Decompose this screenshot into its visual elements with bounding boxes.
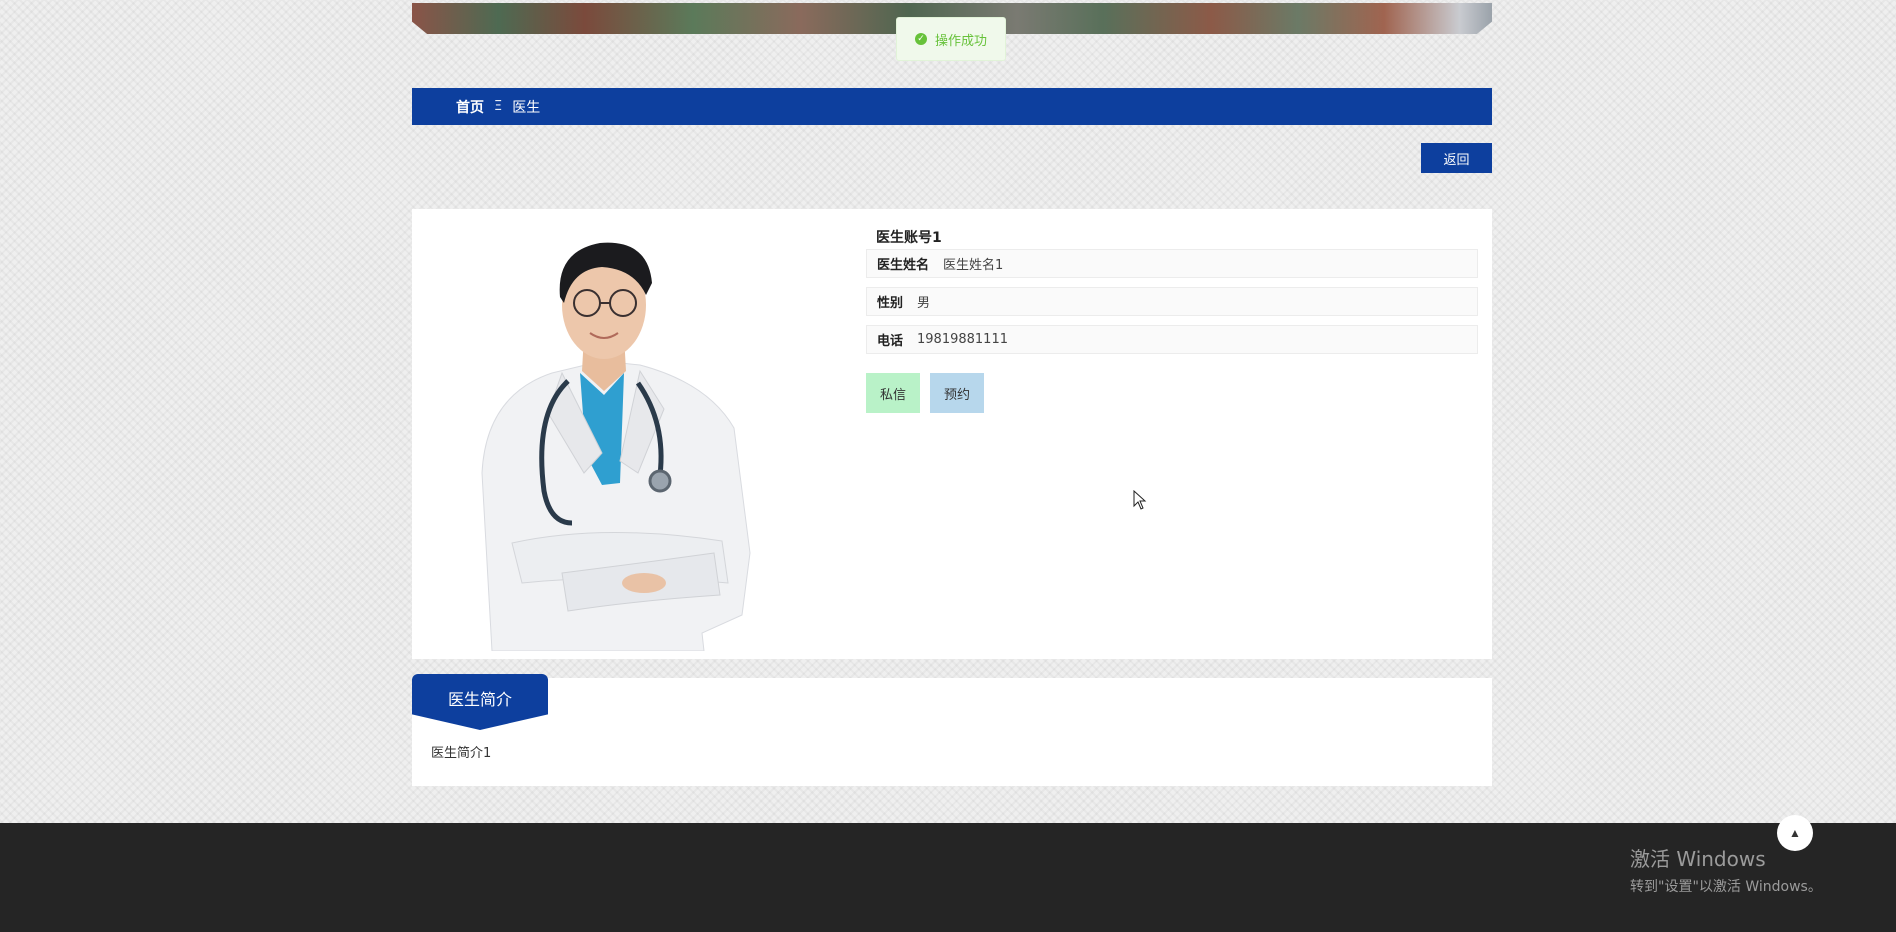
intro-text: 医生简介1 [431,746,492,761]
intro-title: 医生简介 [412,674,548,730]
breadcrumb-home[interactable]: 首页 [456,97,484,117]
mouse-pointer-icon [1133,490,1147,510]
doctor-detail-card: 医生账号1 医生姓名 医生姓名1 性别 男 电话 19819881111 私信 … [412,209,1492,659]
field-gender-label: 性别 [877,296,904,311]
doctor-info: 医生账号1 医生姓名 医生姓名1 性别 男 电话 19819881111 私信 … [866,217,1478,413]
breadcrumb-current: 医生 [512,99,541,116]
doctor-photo [452,223,772,652]
field-phone-label: 电话 [877,334,904,349]
field-gender: 性别 男 [866,287,1478,316]
booking-button[interactable]: 预约 [930,373,984,413]
field-gender-value: 男 [917,296,931,311]
field-phone: 电话 19819881111 [866,325,1478,354]
footer [0,823,1896,932]
field-name-label: 医生姓名 [877,258,930,273]
activation-title: 激活 Windows [1630,847,1766,871]
action-buttons: 私信 预约 [866,373,1478,413]
private-message-button[interactable]: 私信 [866,373,920,413]
windows-activation-watermark: 激活 Windows 转到"设置"以激活 Windows。 [1630,843,1822,896]
field-phone-value: 19819881111 [917,332,1008,347]
toast-text: 操作成功 [935,33,988,49]
breadcrumb: 首页 Ξ 医生 [412,88,1492,125]
check-circle-icon: ✓ [915,33,927,45]
field-name-value: 医生姓名1 [943,258,1004,273]
breadcrumb-separator: Ξ [494,99,503,114]
field-name: 医生姓名 医生姓名1 [866,249,1478,278]
success-toast: ✓ 操作成功 [896,17,1006,61]
doctor-intro-section: 医生简介 医生简介1 [412,674,1492,786]
caret-up-icon: ▲ [1789,826,1801,840]
doctor-account: 医生账号1 [876,230,942,246]
back-button[interactable]: 返回 [1421,143,1492,173]
activation-subtitle: 转到"设置"以激活 Windows。 [1630,879,1822,895]
